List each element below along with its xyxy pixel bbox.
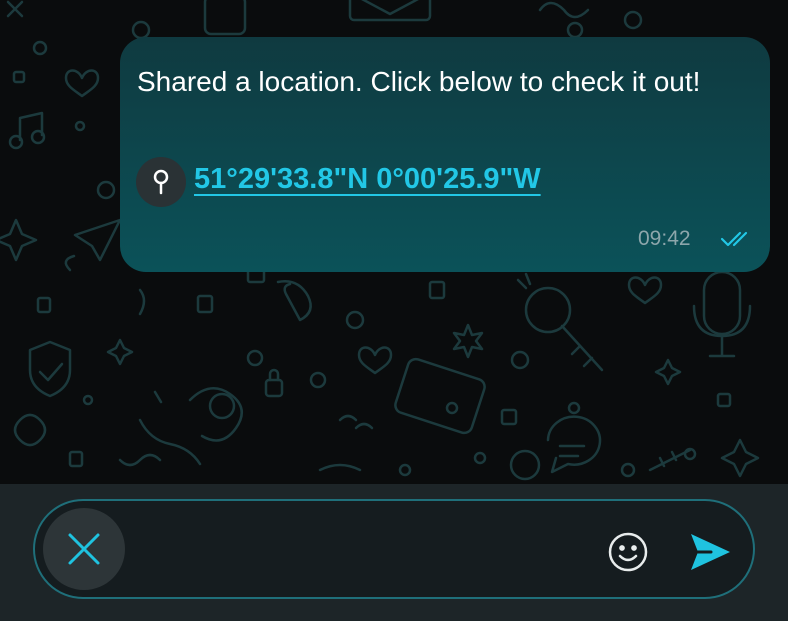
map-pin-icon	[136, 157, 186, 207]
message-composer	[33, 499, 755, 599]
composer-bar	[0, 484, 788, 621]
location-link[interactable]: 51°29'33.8"N 0°00'25.9"W	[194, 163, 541, 196]
double-check-icon	[720, 227, 754, 251]
close-icon	[68, 533, 100, 565]
message-time: 09:42	[638, 227, 691, 250]
message-bubble: Shared a location. Click below to check …	[120, 37, 770, 272]
chat-screen: Shared a location. Click below to check …	[0, 0, 788, 621]
emoji-button[interactable]	[607, 531, 649, 573]
message-input[interactable]	[135, 515, 595, 583]
send-icon	[691, 534, 730, 570]
send-button[interactable]	[687, 529, 733, 575]
emoji-icon	[608, 532, 648, 572]
message-text: Shared a location. Click below to check …	[137, 66, 701, 97]
close-button[interactable]	[43, 508, 125, 590]
